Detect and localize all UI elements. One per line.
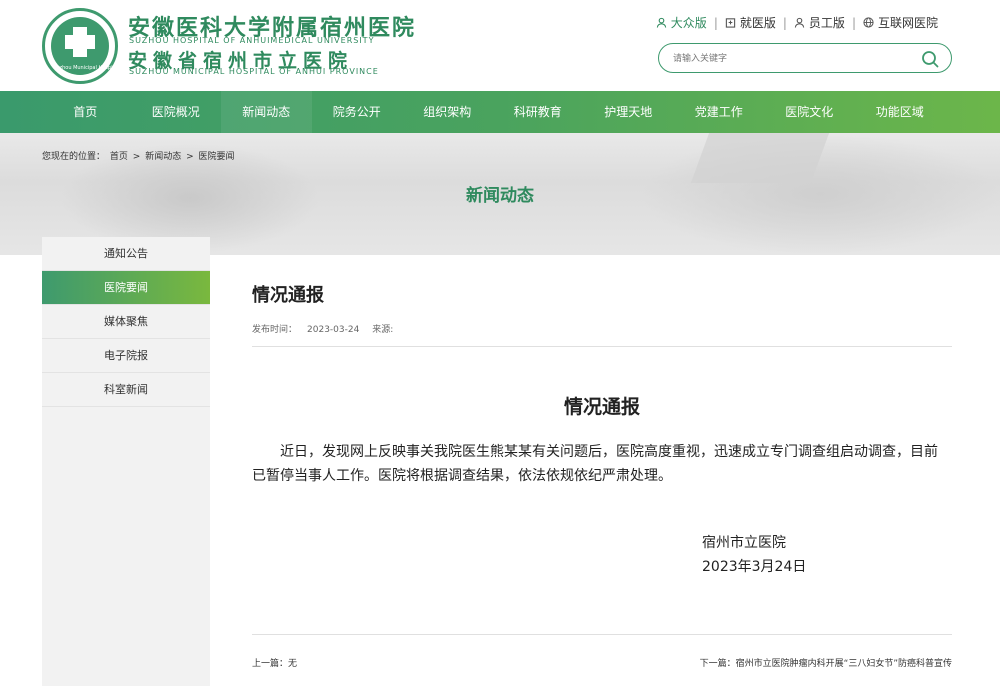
next-title: 宿州市立医院肿瘤内科开展“三八妇女节”防癌科普宣传 [735,659,952,669]
banner-title: 新闻动态 [466,186,534,206]
version-label: 互联网医院 [877,16,938,30]
nav-item-home[interactable]: 首页 [40,91,131,133]
divider [252,634,952,635]
version-label: 就医版 [739,16,776,30]
previous-article[interactable]: 上一篇：无 [252,656,297,669]
site-header: Suzhou Municipal Hospital 1913 安徽医科大学附属宿… [0,0,1000,91]
sidebar-item-department-news[interactable]: 科室新闻 [42,373,210,407]
next-label: 下一篇： [699,659,736,669]
nav-item-research[interactable]: 科研教育 [493,91,584,133]
nav-item-affairs[interactable]: 院务公开 [312,91,403,133]
nav-item-functions[interactable]: 功能区域 [855,91,946,133]
article-meta: 发布时间： 2023-03-24 来源: [252,322,413,335]
version-internet-hospital[interactable]: 互联网医院 [863,14,938,31]
sidebar-item-notices[interactable]: 通知公告 [42,237,210,271]
nav-item-organization[interactable]: 组织架构 [402,91,493,133]
version-patient[interactable]: 就医版 [725,14,776,31]
logo-year: 1913 [72,69,88,76]
breadcrumb-home[interactable]: 首页 [110,152,128,162]
version-separator: | [851,15,856,30]
version-separator: | [713,15,718,30]
breadcrumb-news[interactable]: 新闻动态 [145,152,181,162]
nav-item-nursing[interactable]: 护理天地 [583,91,674,133]
signature-organization: 宿州市立医院 [702,535,786,551]
sidebar-item-media[interactable]: 媒体聚焦 [42,305,210,339]
user-icon [656,17,667,28]
version-staff[interactable]: 员工版 [794,14,845,31]
breadcrumb-prefix: 您现在的位置： [42,152,106,162]
version-label: 员工版 [808,16,845,30]
hospital-name-en-primary: SUZHOU HOSPITAL OF ANHUIMEDICAL UNIVERSI… [129,36,375,45]
publish-date: 2023-03-24 [307,325,360,335]
version-separator: | [782,15,787,30]
globe-icon [863,17,874,28]
hospital-icon [725,17,736,28]
sidebar-item-e-newsletter[interactable]: 电子院报 [42,339,210,373]
article-title: 情况通报 [252,285,324,306]
version-switcher: 大众版 | 就医版 | 员工版 | 互联网医院 [656,14,938,31]
article-body-text: 近日，发现网上反映事关我院医生熊某某有关问题后，医院高度重视，迅速成立专门调查组… [252,444,938,484]
signature-date: 2023年3月24日 [702,559,807,575]
hospital-name-en-secondary: SUZHOU MUNICIPAL HOSPITAL OF ANHUI PROVI… [129,67,379,76]
nav-item-news[interactable]: 新闻动态 [221,91,312,133]
divider [252,346,952,347]
banner-decoration [690,133,830,183]
logo-cross-horizontal [65,35,95,49]
breadcrumb-current[interactable]: 医院要闻 [199,152,235,162]
version-label: 大众版 [670,16,707,30]
logo-emblem: Suzhou Municipal Hospital [51,17,119,75]
previous-label: 上一篇： [252,659,289,669]
breadcrumb: 您现在的位置： 首页 > 新闻动态 > 医院要闻 [42,149,237,162]
next-article[interactable]: 下一篇：宿州市立医院肿瘤内科开展“三八妇女节”防癌科普宣传 [700,656,952,669]
main-nav: 首页 医院概况 新闻动态 院务公开 组织架构 科研教育 护理天地 党建工作 医院… [0,91,1000,133]
staff-icon [794,17,805,28]
search-input[interactable] [673,50,913,68]
source-label: 来源: [372,325,394,335]
nav-item-overview[interactable]: 医院概况 [131,91,222,133]
previous-title: 无 [288,659,298,669]
nav-item-culture[interactable]: 医院文化 [764,91,855,133]
article: 情况通报 发布时间： 2023-03-24 来源: 情况通报 近日，发现网上反映事… [252,266,952,686]
hospital-logo[interactable]: Suzhou Municipal Hospital 1913 [42,8,119,84]
sidebar: 通知公告 医院要闻 媒体聚焦 电子院报 科室新闻 [42,237,210,686]
nav-item-party[interactable]: 党建工作 [674,91,765,133]
search-box [658,43,952,73]
search-icon[interactable] [921,50,939,68]
breadcrumb-separator: > [186,152,194,162]
publish-label: 发布时间： [252,325,298,335]
version-public[interactable]: 大众版 [656,14,707,31]
sidebar-item-hospital-news[interactable]: 医院要闻 [42,271,210,305]
article-body-title: 情况通报 [563,396,640,418]
breadcrumb-separator: > [132,152,141,162]
